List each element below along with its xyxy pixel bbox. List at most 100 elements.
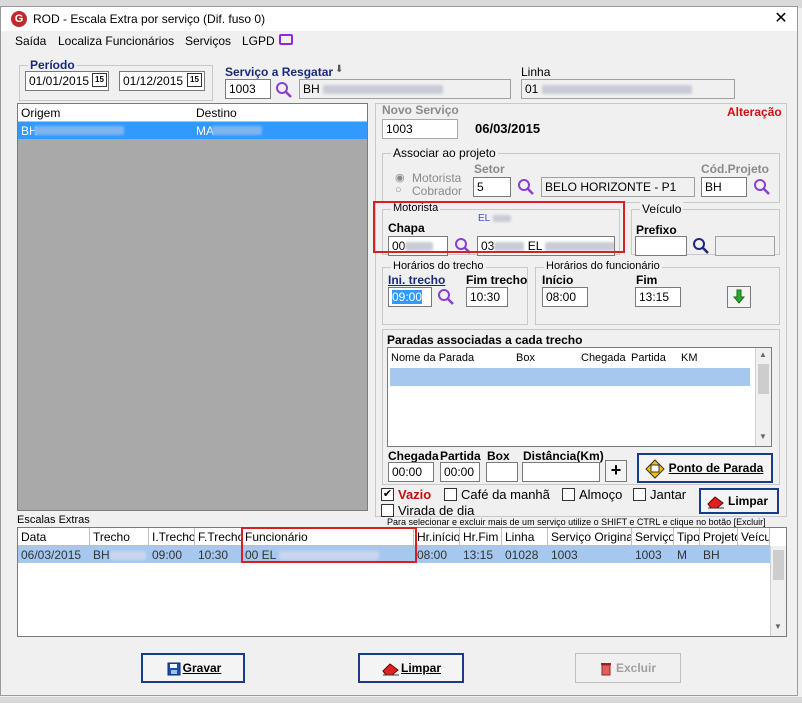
cell-itrecho[interactable]: 09:00 xyxy=(149,546,195,563)
scrollbar[interactable]: ▼ xyxy=(770,546,786,636)
highlight-box xyxy=(373,201,625,253)
menu-localiza-funcionarios[interactable]: Localiza Funcionários xyxy=(58,34,174,48)
redacted-text xyxy=(541,85,692,95)
almoco-checkbox[interactable] xyxy=(562,488,575,501)
chegada-input[interactable]: 00:00 xyxy=(388,462,434,482)
ini-trecho-label: Ini. trecho xyxy=(388,273,446,287)
virada-checkbox[interactable] xyxy=(381,504,394,517)
fim-input[interactable]: 13:15 xyxy=(635,287,681,307)
redacted-text xyxy=(109,551,146,561)
chevron-down-icon[interactable]: ▼ xyxy=(774,622,782,631)
linha-label: Linha xyxy=(521,65,551,79)
cod-projeto-input[interactable]: BH xyxy=(701,177,747,197)
calendar-icon[interactable]: 15 xyxy=(187,73,202,87)
col-trecho: Trecho xyxy=(90,528,149,546)
cell-ftrecho[interactable]: 10:30 xyxy=(195,546,242,563)
cell-hrfim[interactable]: 13:15 xyxy=(460,546,502,563)
col-destino: Destino xyxy=(196,106,237,120)
cafe-label: Café da manhã xyxy=(461,487,550,502)
servico-code-input[interactable]: 1003 xyxy=(225,79,271,99)
jantar-label: Jantar xyxy=(650,487,687,502)
paradas-title: Paradas associadas a cada trecho xyxy=(387,333,583,347)
chevron-down-icon[interactable]: ▼ xyxy=(759,432,767,441)
search-icon[interactable] xyxy=(275,81,293,99)
col-chegada: Chegada xyxy=(581,352,626,364)
col-itrecho: I.Trecho xyxy=(149,528,195,546)
menu-servicos[interactable]: Serviços xyxy=(185,34,231,48)
radio-cobrador-label: Cobrador xyxy=(412,184,463,198)
horarios-trecho-title: Horários do trecho xyxy=(391,260,486,272)
search-icon[interactable] xyxy=(692,237,710,255)
cell-tipo[interactable]: M xyxy=(674,546,700,563)
col-veiculo: Veícu xyxy=(738,528,770,546)
setor-input[interactable]: 5 xyxy=(473,177,511,197)
status-bar xyxy=(0,697,802,703)
cell-servico-original[interactable]: 1003 xyxy=(548,546,632,563)
horarios-func-title: Horários do funcionário xyxy=(544,260,662,272)
gravar-button[interactable]: Gravar xyxy=(141,653,245,683)
chevron-up-icon[interactable]: ▲ xyxy=(759,350,767,359)
linha-field: 01 xyxy=(521,79,735,99)
vazio-checkbox[interactable]: ✔ xyxy=(381,488,394,501)
paradas-table[interactable]: Nome da Parada Box Chegada Partida KM ▲ … xyxy=(387,347,772,447)
cell-data[interactable]: 06/03/2015 xyxy=(18,546,90,563)
cafe-checkbox[interactable] xyxy=(444,488,457,501)
highlight-box xyxy=(241,527,417,563)
calendar-icon[interactable]: 15 xyxy=(92,73,107,87)
scroll-thumb[interactable] xyxy=(758,364,769,394)
trash-icon xyxy=(601,663,611,676)
limpar-button[interactable]: Limpar xyxy=(358,653,464,683)
radio-cobrador-icon[interactable]: ○ xyxy=(395,184,402,196)
escalas-hint: Para selecionar e excluir mais de um ser… xyxy=(387,517,766,527)
cell-projeto[interactable]: BH xyxy=(700,546,738,563)
menu-bar: Saída Localiza Funcionários Serviços LGP… xyxy=(1,31,797,53)
fim-trecho-input[interactable]: 10:30 xyxy=(466,287,508,307)
radio-motorista-icon[interactable]: ◉ xyxy=(395,171,405,184)
cell-linha[interactable]: 01028 xyxy=(502,546,548,563)
col-linha: Linha xyxy=(502,528,548,546)
arrow-down-icon: ⬇ xyxy=(335,64,344,75)
jantar-checkbox[interactable] xyxy=(633,488,646,501)
setor-name-field: BELO HORIZONTE - P1 xyxy=(541,177,695,197)
cell-hrinicio[interactable]: 08:00 xyxy=(414,546,460,563)
vazio-label: Vazio xyxy=(398,487,432,502)
scroll-thumb[interactable] xyxy=(773,550,784,580)
monitor-icon[interactable] xyxy=(279,34,293,45)
col-projeto: Projeto xyxy=(700,528,738,546)
scrollbar[interactable]: ▲ ▼ xyxy=(755,348,771,446)
partida-input[interactable]: 00:00 xyxy=(440,462,480,482)
escalas-label: Escalas Extras xyxy=(17,514,90,526)
cell-trecho[interactable]: BH xyxy=(90,546,149,563)
table-row[interactable] xyxy=(390,368,750,386)
search-icon[interactable] xyxy=(517,178,535,196)
excluir-button[interactable]: Excluir xyxy=(575,653,681,683)
close-icon[interactable]: ✕ xyxy=(771,9,791,29)
cell-servico[interactable]: 1003 xyxy=(632,546,674,563)
escala-extra-window: G ROD - Escala Extra por serviço (Dif. f… xyxy=(0,6,798,696)
add-parada-button[interactable]: + xyxy=(605,460,627,482)
servico-name-field: BH xyxy=(299,79,511,99)
search-icon[interactable] xyxy=(437,288,455,306)
prefixo-label: Prefixo xyxy=(636,223,677,237)
app-logo-icon: G xyxy=(11,11,27,27)
distancia-input[interactable] xyxy=(522,462,600,482)
menu-saida[interactable]: Saída xyxy=(15,34,46,48)
grid-row[interactable]: BH MA xyxy=(18,122,367,139)
limpar-small-label: Limpar xyxy=(727,494,768,508)
search-icon[interactable] xyxy=(753,178,771,196)
prefixo-input[interactable] xyxy=(635,236,687,256)
mode-badge: Alteração xyxy=(727,105,782,119)
excluir-label: Excluir xyxy=(615,661,657,675)
novo-servico-label: Novo Serviço xyxy=(382,103,459,117)
box-input[interactable] xyxy=(486,462,518,482)
origem-destino-grid[interactable]: Origem Destino BH MA xyxy=(17,103,368,511)
novo-servico-input[interactable]: 1003 xyxy=(382,119,458,139)
apply-down-button[interactable] xyxy=(727,286,751,308)
ini-trecho-input[interactable]: 09:00 xyxy=(388,287,432,307)
title-bar: G ROD - Escala Extra por serviço (Dif. f… xyxy=(1,7,797,31)
menu-lgpd[interactable]: LGPD xyxy=(242,34,275,48)
cell-veiculo[interactable] xyxy=(738,546,770,563)
ponto-parada-button[interactable]: Ponto de Parada xyxy=(637,453,773,483)
limpar-small-button[interactable]: Limpar xyxy=(699,488,779,514)
inicio-input[interactable]: 08:00 xyxy=(542,287,588,307)
